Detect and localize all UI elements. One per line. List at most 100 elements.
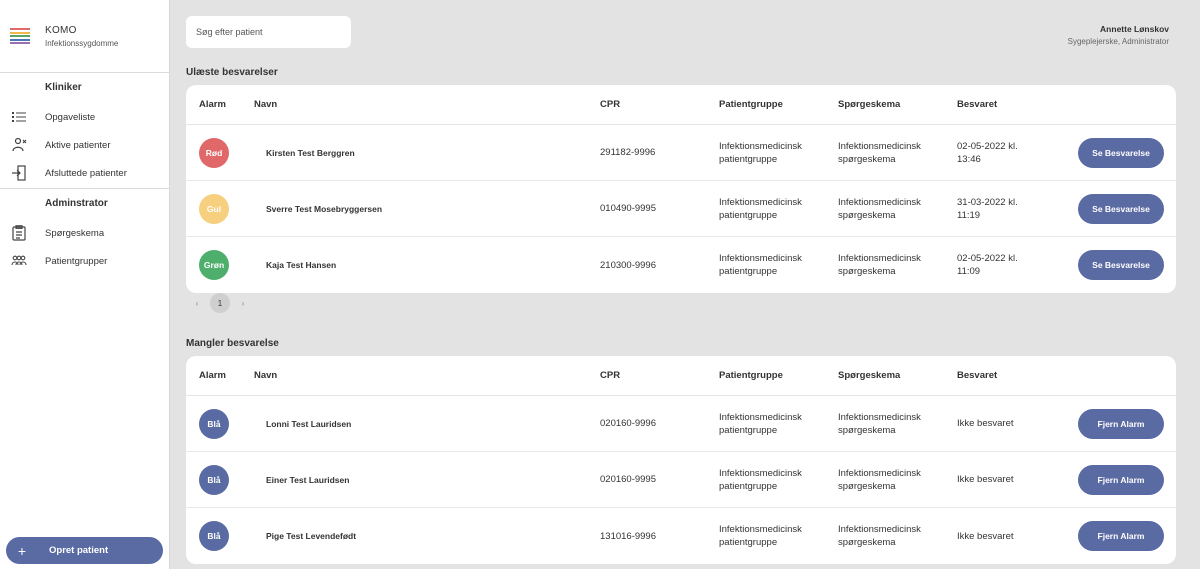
questionnaire-line1: Infektionsmedicinsk bbox=[838, 411, 921, 423]
col-cpr[interactable]: CPR bbox=[600, 370, 719, 381]
remove-alarm-button[interactable]: Fjern Alarm bbox=[1078, 464, 1164, 495]
brand[interactable]: KOMO Infektionssygdomme bbox=[0, 0, 169, 73]
exit-door-icon bbox=[11, 165, 27, 181]
col-navn[interactable]: Navn bbox=[254, 99, 600, 110]
user-info[interactable]: Annette Lønskov Sygeplejerske, Administr… bbox=[1068, 24, 1169, 46]
col-patientgruppe[interactable]: Patientgruppe bbox=[719, 369, 838, 382]
clipboard-icon bbox=[11, 225, 27, 241]
active-patients-icon bbox=[11, 137, 27, 153]
col-patientgruppe[interactable]: Patientgruppe bbox=[719, 98, 838, 111]
patient-group-line1: Infektionsmedicinsk bbox=[719, 411, 802, 423]
questionnaire-line2: spørgeskema bbox=[838, 424, 896, 436]
table-row[interactable]: Rød Kirsten Test Berggren 291182-9996 Infek… bbox=[186, 125, 1176, 181]
table-row[interactable]: Blå Einer Test Lauridsen 020160-9995 Infekt… bbox=[186, 452, 1176, 508]
questionnaire-line2: spørgeskema bbox=[838, 266, 896, 277]
user-name: Annette Lønskov bbox=[1100, 24, 1169, 34]
table-row[interactable]: Blå Pige Test Levendefødt 131016-9996 Infek… bbox=[186, 508, 1176, 564]
table-header: Alarm Navn CPR Patientgruppe Spørgeskema… bbox=[186, 356, 1176, 396]
questionnaire-line1: Infektionsmedicinsk bbox=[838, 140, 921, 152]
col-spoergeskema[interactable]: Spørgeskema bbox=[838, 369, 957, 382]
patient-name[interactable]: Pige Test Levendefødt bbox=[254, 531, 600, 541]
view-answer-button[interactable]: Se Besvarelse bbox=[1078, 137, 1164, 168]
col-alarm[interactable]: Alarm bbox=[186, 370, 254, 381]
patient-name[interactable]: Lonni Test Lauridsen bbox=[254, 419, 600, 429]
section-heading-missing: Mangler besvarelse bbox=[186, 338, 279, 349]
patient-group: Infektionsmedicinsk patientgruppe bbox=[719, 411, 838, 437]
view-answer-button[interactable]: Se Besvarelse bbox=[1078, 193, 1164, 224]
patient-group: Infektionsmedicinsk patientgruppe bbox=[719, 523, 838, 549]
prev-page-button[interactable]: ‹ bbox=[186, 299, 208, 308]
logo-stripe bbox=[10, 35, 30, 37]
patient-group-line1: Infektionsmedicinsk bbox=[719, 253, 802, 264]
sidebar-item-patientgrupper[interactable]: Patientgrupper bbox=[0, 247, 169, 275]
remove-alarm-button[interactable]: Fjern Alarm bbox=[1078, 408, 1164, 439]
patient-name[interactable]: Einer Test Lauridsen bbox=[254, 475, 600, 485]
questionnaire-line2: spørgeskema bbox=[838, 153, 896, 165]
answered-date-line1: 02-05-2022 kl. bbox=[957, 253, 1018, 264]
questionnaire-line2: spørgeskema bbox=[838, 480, 896, 492]
answered-date-line1: 31-03-2022 kl. bbox=[957, 196, 1018, 208]
answered-date-line1: Ikke besvaret bbox=[957, 530, 1014, 542]
sidebar-item-opgaveliste[interactable]: Opgaveliste bbox=[0, 103, 169, 131]
logo-stripe bbox=[10, 38, 30, 41]
page-1-button[interactable]: 1 bbox=[210, 293, 230, 313]
answered-date: Ikke besvaret bbox=[957, 530, 1076, 543]
alarm-badge: Grøn bbox=[199, 250, 229, 280]
app-title: KOMO bbox=[45, 24, 77, 36]
patient-name[interactable]: Kaja Test Hansen bbox=[254, 260, 600, 270]
answered-date: Ikke besvaret bbox=[957, 417, 1076, 430]
questionnaire-line1: Infektionsmedicinsk bbox=[838, 196, 921, 208]
patient-cpr: 010490-9995 bbox=[600, 203, 656, 214]
unread-table: Alarm Navn CPR Patientgruppe Spørgeskema… bbox=[186, 85, 1176, 293]
col-navn[interactable]: Navn bbox=[254, 370, 600, 381]
missing-table: Alarm Navn CPR Patientgruppe Spørgeskema… bbox=[186, 356, 1176, 564]
sidebar: KOMO Infektionssygdomme Kliniker Opgavel… bbox=[0, 0, 170, 569]
view-answer-button[interactable]: Se Besvarelse bbox=[1078, 250, 1164, 280]
col-alarm[interactable]: Alarm bbox=[186, 99, 254, 110]
alarm-badge: Blå bbox=[199, 464, 229, 495]
alarm-badge: Gul bbox=[199, 193, 229, 224]
alarm-badge: Blå bbox=[199, 521, 229, 551]
sidebar-item-afsluttede-patienter[interactable]: Afsluttede patienter bbox=[0, 159, 169, 187]
patient-group: Infektionsmedicinsk patientgruppe bbox=[719, 196, 838, 222]
patient-group-line2: patientgruppe bbox=[719, 209, 778, 221]
patient-group: Infektionsmedicinsk patientgruppe bbox=[719, 140, 838, 166]
search-input[interactable] bbox=[186, 16, 351, 48]
patient-group-line1: Infektionsmedicinsk bbox=[719, 524, 802, 535]
patient-cpr: 020160-9996 bbox=[600, 418, 656, 429]
sidebar-item-label: Patientgrupper bbox=[45, 255, 108, 267]
next-page-button[interactable]: › bbox=[232, 299, 254, 308]
questionnaire: Infektionsmedicinsk spørgeskema bbox=[838, 252, 957, 278]
table-row[interactable]: Gul Sverre Test Mosebryggersen 010490-9995… bbox=[186, 181, 1176, 237]
patient-cpr: 210300-9996 bbox=[600, 259, 656, 271]
plus-icon: + bbox=[17, 542, 27, 559]
col-cpr[interactable]: CPR bbox=[600, 99, 719, 110]
sidebar-item-label: Afsluttede patienter bbox=[45, 167, 127, 179]
logo-stripe bbox=[10, 28, 30, 30]
logo-stripe bbox=[10, 42, 30, 44]
patient-cpr: 291182-9996 bbox=[600, 147, 656, 158]
patient-group: Infektionsmedicinsk patientgruppe bbox=[719, 252, 838, 278]
patient-cpr: 020160-9995 bbox=[600, 474, 656, 485]
table-row[interactable]: Blå Lonni Test Lauridsen 020160-9996 Infekt… bbox=[186, 396, 1176, 452]
create-patient-button[interactable]: + Opret patient bbox=[6, 537, 163, 564]
questionnaire: Infektionsmedicinsk spørgeskema bbox=[838, 411, 957, 437]
questionnaire-line2: spørgeskema bbox=[838, 537, 896, 548]
col-spoergeskema[interactable]: Spørgeskema bbox=[838, 98, 957, 111]
sidebar-item-spoergeskema[interactable]: Spørgeskema bbox=[0, 219, 169, 247]
user-role: Sygeplejerske, Administrator bbox=[1067, 37, 1169, 46]
col-besvaret[interactable]: Besvaret bbox=[957, 369, 1076, 382]
table-row[interactable]: Grøn Kaja Test Hansen 210300-9996 Infektion… bbox=[186, 237, 1176, 293]
remove-alarm-button[interactable]: Fjern Alarm bbox=[1078, 521, 1164, 551]
patient-name[interactable]: Sverre Test Mosebryggersen bbox=[254, 204, 600, 214]
komo-logo-icon bbox=[10, 28, 30, 44]
answered-date-line2: 11:09 bbox=[957, 266, 981, 277]
patient-group-line2: patientgruppe bbox=[719, 266, 778, 277]
sidebar-item-aktive-patienter[interactable]: Aktive patienter bbox=[0, 131, 169, 159]
patient-name[interactable]: Kirsten Test Berggren bbox=[254, 148, 600, 158]
col-besvaret[interactable]: Besvaret bbox=[957, 98, 1076, 111]
questionnaire: Infektionsmedicinsk spørgeskema bbox=[838, 523, 957, 549]
patient-group-line2: patientgruppe bbox=[719, 153, 778, 165]
questionnaire-line2: spørgeskema bbox=[838, 209, 896, 221]
answered-date: 31-03-2022 kl. 11:19 bbox=[957, 196, 1076, 222]
